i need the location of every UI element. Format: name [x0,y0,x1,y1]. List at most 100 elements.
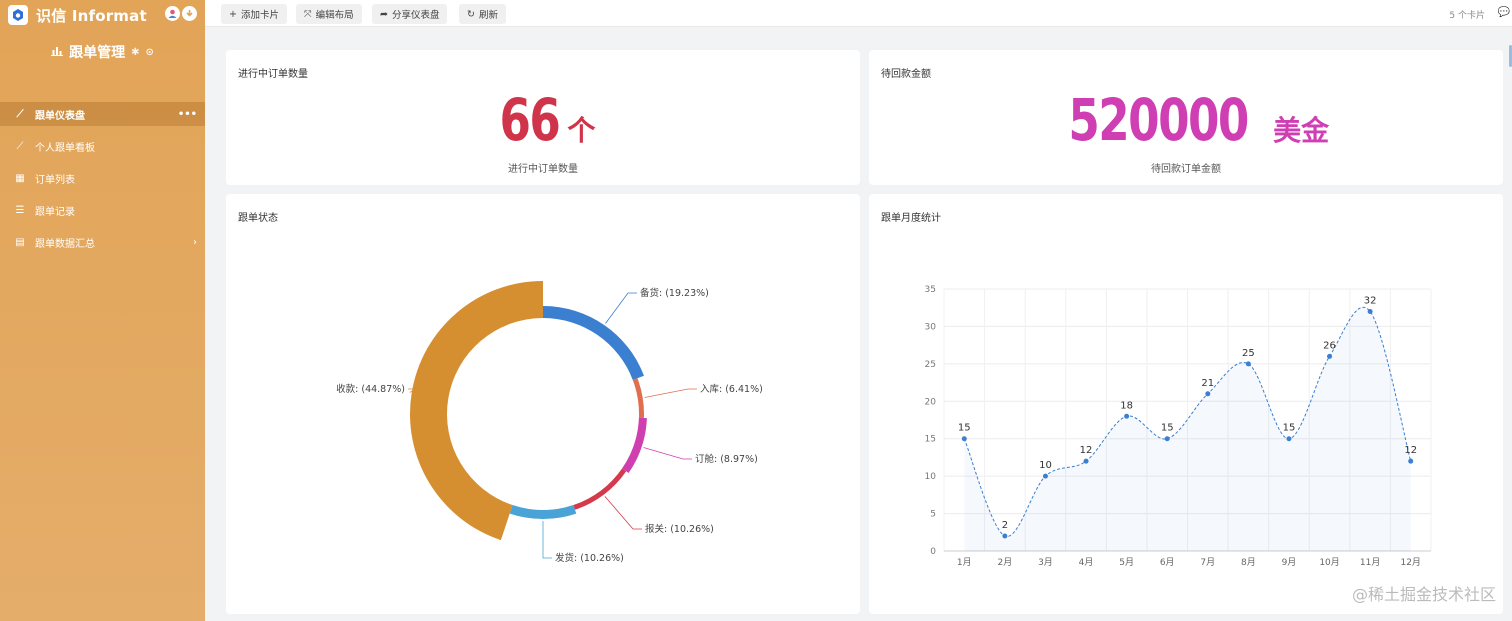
orders-count-card: 进行中订单数量 66 个 进行中订单数量 [226,50,860,185]
donut-leader-line [644,388,697,398]
donut-leader-line [605,292,637,324]
x-tick-label: 9月 [1282,557,1297,568]
share-label: 分享仪表盘 [391,10,440,21]
chevron-right-icon[interactable]: › [193,237,197,248]
donut-leader-line [604,496,642,530]
sidebar-nav: ⟋ 跟单仪表盘 ••• ⟋ 个人跟单看板 ▦ 订单列表 ☰ 跟单记录 ▤ 跟单数据汇总 › [0,102,205,254]
settings-gear-icon[interactable]: ✱ [131,47,139,58]
add-card-label: 添加卡片 [240,10,279,21]
donut-slice[interactable] [543,306,644,380]
orders-count-subtitle: 进行中订单数量 [508,164,578,175]
x-tick-label: 11月 [1360,557,1380,568]
share-dashboard-button[interactable]: ➦ 分享仪表盘 [372,4,448,24]
refresh-icon: ↻ [467,8,475,20]
sidebar-item-label: 个人跟单看板 [35,142,95,154]
edit-layout-label: 编辑布局 [315,10,354,21]
donut-leader-line [542,521,552,559]
app-title-text: 跟单管理 [69,45,126,61]
x-tick-label: 3月 [1038,557,1053,568]
data-point[interactable] [1042,473,1048,479]
refresh-label: 刷新 [478,10,498,21]
x-tick-label: 10月 [1319,557,1339,568]
edit-layout-button[interactable]: ⤧ 编辑布局 [296,4,362,24]
data-point[interactable] [961,436,967,442]
sidebar-item-label: 跟单记录 [35,206,75,218]
sidebar-item-label: 订单列表 [35,174,75,186]
avatar[interactable] [165,6,180,21]
sidebar-item-0[interactable]: ⟋ 跟单仪表盘 ••• [0,102,205,126]
donut-slice-label: 报关: (10.26%) [645,523,714,535]
card-count: 5 个卡片 [1449,11,1485,21]
data-label: 10 [1039,460,1052,471]
toolbar: + 添加卡片 ⤧ 编辑布局 ➦ 分享仪表盘 ↻ 刷新 5 个卡片 💬 [205,0,1512,27]
orders-count-value: 66 个 [226,86,860,154]
y-tick-label: 5 [930,510,936,520]
share-arrow-icon: ➦ [380,8,388,20]
sidebar-item-3[interactable]: ☰ 跟单记录 [0,198,205,222]
sidebar-item-4[interactable]: ▤ 跟单数据汇总 › [0,230,205,254]
donut-slice-label: 订舱: (8.97%) [695,453,758,465]
y-tick-label: 35 [925,285,936,295]
add-card-button[interactable]: + 添加卡片 [221,4,287,24]
data-label: 15 [1283,423,1296,434]
y-tick-label: 25 [925,360,936,370]
data-label: 2 [1002,520,1008,531]
orders-count-unit: 个 [567,114,596,147]
sidebar: 识信 Informat 跟单管理 ✱ ⊙ ⟋ 跟单仪表盘 ••• ⟋ 个人跟单看板 ▦ 订单… [0,0,205,621]
data-point[interactable] [1083,458,1089,464]
expand-arrows-icon: ⤧ [304,8,312,20]
data-point[interactable] [1124,413,1130,419]
x-tick-label: 2月 [998,557,1013,568]
monthly-stats-card: 跟单月度统计 0 5 10 15 20 25 30 35 1月 2月 3月 4月 5月 6月 7月 8月 9月 1… [869,194,1503,614]
grid-icon: ▦ [15,172,25,184]
y-tick-label: 30 [925,322,937,332]
data-point[interactable] [1205,391,1211,397]
x-tick-label: 7月 [1200,557,1215,568]
data-point[interactable] [1286,436,1292,442]
comment-icon[interactable]: 💬 [1498,7,1510,18]
data-label: 18 [1120,400,1133,411]
watermark: @稀土掘金技术社区 [1351,585,1496,604]
x-tick-label: 12月 [1400,557,1420,568]
order-status-card: 跟单状态 备货: (19.23%) 入库: (6.41%) 订舱: (8.97%) 报… [226,194,860,614]
data-label: 32 [1364,295,1377,306]
donut-slice[interactable] [622,417,647,474]
line-chart-icon: ⟋ [16,108,24,120]
donut-slice[interactable] [410,281,543,541]
y-tick-label: 15 [925,435,936,445]
pending-payment-unit: 美金 [1273,114,1330,147]
x-tick-label: 6月 [1160,557,1175,568]
sidebar-item-2[interactable]: ▦ 订单列表 [0,166,205,190]
data-point[interactable] [1245,361,1251,367]
download-icon[interactable] [182,6,197,21]
x-tick-label: 1月 [957,557,972,568]
logo-text: 识信 Informat [36,6,147,25]
data-label: 12 [1080,445,1093,456]
line-chart-icon: ⟋ [16,140,24,152]
pending-payment-card: 待回款金额 520000 美金 待回款订单金额 [869,50,1503,185]
more-icon[interactable]: ••• [178,109,197,120]
pending-payment-value: 520000 美金 [869,86,1503,154]
data-point[interactable] [1002,533,1008,539]
x-tick-label: 8月 [1241,557,1256,568]
data-point[interactable] [1367,308,1373,314]
sidebar-item-1[interactable]: ⟋ 个人跟单看板 [0,134,205,158]
card-title: 进行中订单数量 [238,69,308,80]
donut-slice[interactable] [573,468,627,510]
data-label: 15 [1161,423,1174,434]
donut-leader-line [643,447,692,460]
donut-slice[interactable] [509,505,577,520]
x-tick-label: 4月 [1079,557,1094,568]
data-point[interactable] [1327,353,1333,359]
data-label: 12 [1404,445,1417,456]
data-point[interactable] [1164,436,1170,442]
data-label: 26 [1323,340,1336,351]
donut-slice-label: 入库: (6.41%) [700,383,763,395]
data-label: 21 [1201,378,1214,389]
app-options-icon[interactable]: ⊙ [146,47,154,58]
refresh-button[interactable]: ↻ 刷新 [459,4,506,24]
donut-slice[interactable] [632,378,644,419]
data-point[interactable] [1408,458,1414,464]
order-status-donut-chart: 备货: (19.23%) 入库: (6.41%) 订舱: (8.97%) 报关: (1… [336,281,763,564]
donut-slice-label: 发货: (10.26%) [555,552,624,564]
